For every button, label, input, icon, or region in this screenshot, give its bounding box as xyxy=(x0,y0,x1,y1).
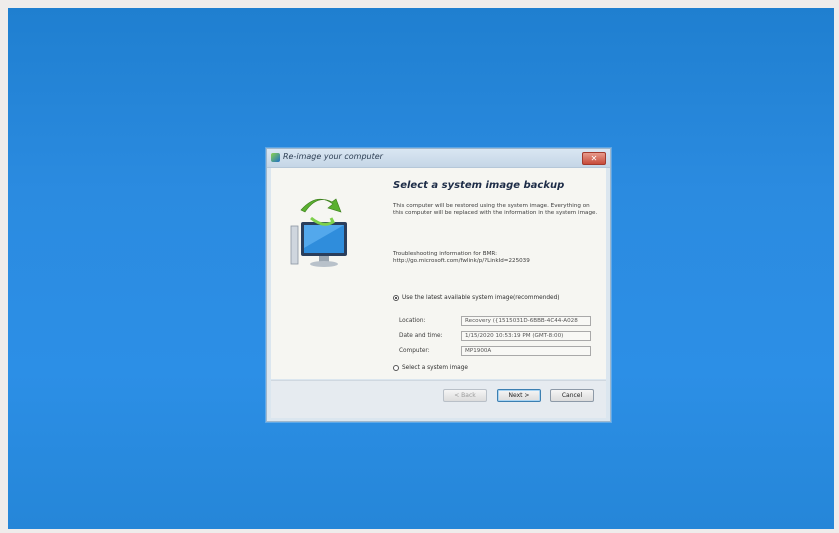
location-field: Recovery ({1515031D-6BBB-4C44-A028 xyxy=(461,316,591,326)
page-heading: Select a system image backup xyxy=(393,180,565,191)
description-text: This computer will be restored using the… xyxy=(393,203,598,217)
restore-icon xyxy=(271,153,280,162)
window-title: Re-image your computer xyxy=(283,152,383,161)
troubleshooting-link[interactable]: http://go.microsoft.com/fwlink/p/?LinkId… xyxy=(393,258,603,265)
reimage-dialog: Re-image your computer ✕ Select a system… xyxy=(266,148,611,422)
option-latest-image[interactable]: Use the latest available system image(re… xyxy=(393,295,560,301)
title-bar[interactable]: Re-image your computer ✕ xyxy=(267,149,610,168)
computer-restore-icon xyxy=(290,198,347,267)
close-button[interactable]: ✕ xyxy=(582,152,606,165)
radio-select[interactable] xyxy=(393,365,399,371)
troubleshooting-label: Troubleshooting information for BMR: xyxy=(393,251,498,257)
date-time-label: Date and time: xyxy=(399,333,443,339)
computer-field: MP1900A xyxy=(461,346,591,356)
troubleshooting-info: Troubleshooting information for BMR: htt… xyxy=(393,251,603,265)
option-latest-label: Use the latest available system image(re… xyxy=(402,295,560,301)
option-select-label: Select a system image xyxy=(402,365,468,371)
back-button[interactable]: < Back xyxy=(443,389,487,402)
dialog-content: Select a system image backup This comput… xyxy=(271,168,606,379)
desktop: Re-image your computer ✕ Select a system… xyxy=(8,8,834,529)
cancel-button[interactable]: Cancel xyxy=(550,389,594,402)
next-button[interactable]: Next > xyxy=(497,389,541,402)
button-bar: < Back Next > Cancel xyxy=(271,380,606,418)
location-label: Location: xyxy=(399,318,426,324)
computer-label: Computer: xyxy=(399,348,430,354)
radio-latest[interactable] xyxy=(393,295,399,301)
date-time-field: 1/15/2020 10:53:19 PM (GMT-8:00) xyxy=(461,331,591,341)
option-select-image[interactable]: Select a system image xyxy=(393,365,468,371)
